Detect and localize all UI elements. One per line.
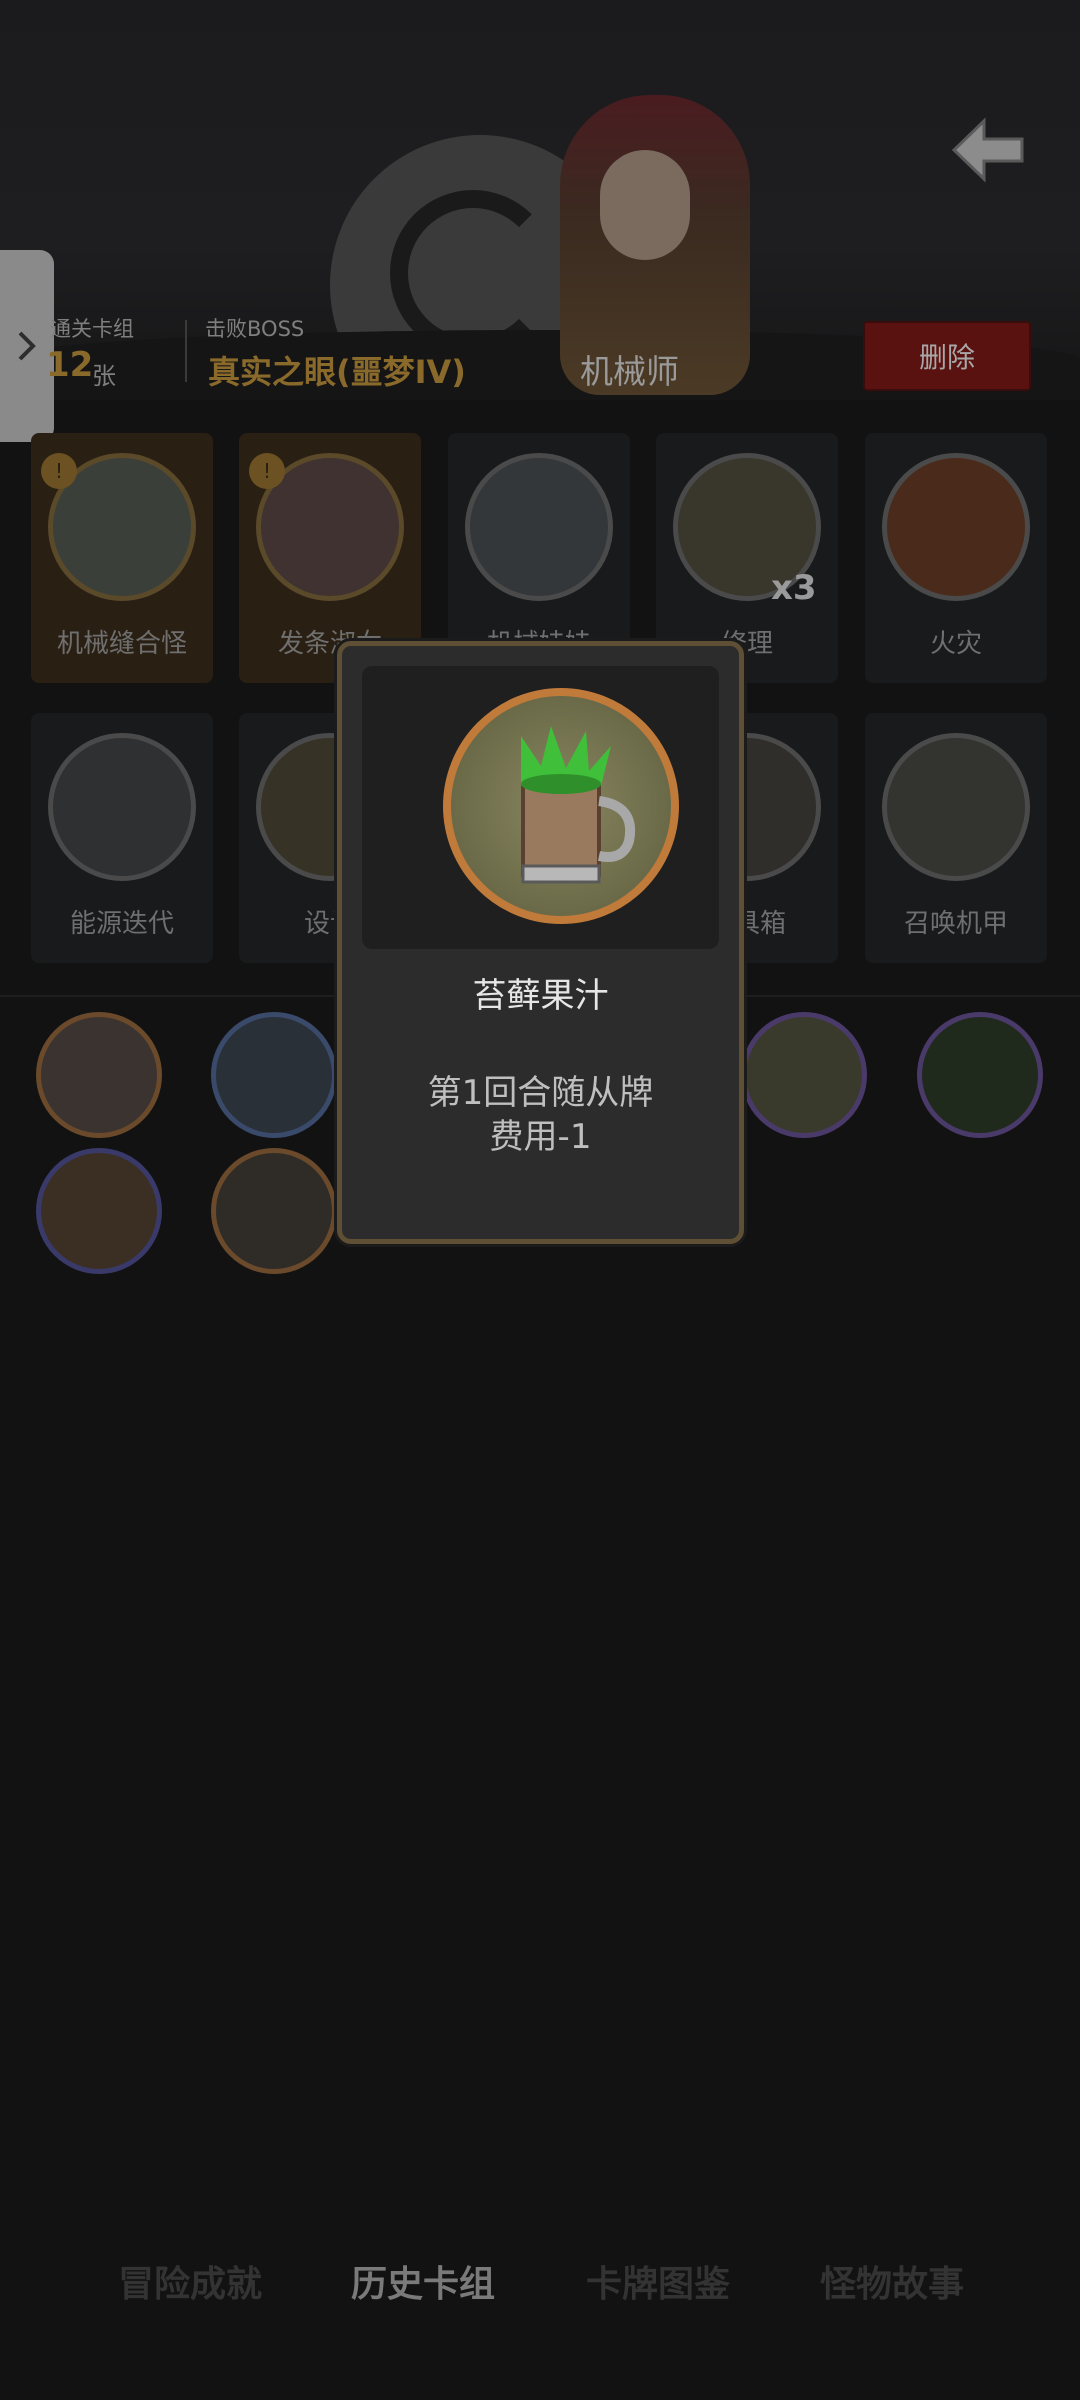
card-mech-stitch[interactable]: ! 机械缝合怪 xyxy=(31,433,213,683)
relic-wizard[interactable] xyxy=(36,1012,162,1138)
back-button[interactable] xyxy=(948,115,1028,185)
relic-soldier[interactable] xyxy=(211,1148,337,1274)
card-art xyxy=(48,733,196,881)
arrow-left-icon xyxy=(951,117,1024,183)
card-detail-modal: 苔藓果汁 第1回合随从牌 费用-1 xyxy=(337,641,744,1244)
card-summon-mech[interactable]: 召唤机甲 xyxy=(865,713,1047,963)
boss-name: 真实之眼(噩梦IV) xyxy=(208,353,466,391)
modal-desc-line1: 第1回合随从牌 xyxy=(427,1073,654,1113)
relic-rocket[interactable] xyxy=(36,1148,162,1274)
card-label: 召唤机甲 xyxy=(903,909,1008,939)
deck-label: 通关卡组 xyxy=(50,317,134,341)
card-label: 能源迭代 xyxy=(69,909,174,939)
deck-unit: 张 xyxy=(92,362,116,390)
relic-mug[interactable] xyxy=(741,1012,867,1138)
tab-adventure-achievements[interactable]: 冒险成就 xyxy=(118,2255,262,2307)
tab-monster-stories[interactable]: 怪物故事 xyxy=(820,2255,964,2307)
card-energy-iteration[interactable]: 能源迭代 xyxy=(31,713,213,963)
tab-history-deck[interactable]: 历史卡组 xyxy=(351,2255,495,2307)
card-label: 火灾 xyxy=(929,629,982,659)
class-name: 机械师 xyxy=(580,352,679,391)
card-art xyxy=(882,453,1030,601)
modal-card-name: 苔藓果汁 xyxy=(472,976,609,1016)
alert-badge-icon: ! xyxy=(41,453,77,489)
moss-juice-mug-icon xyxy=(443,688,679,924)
card-art xyxy=(882,733,1030,881)
header-divider xyxy=(185,320,187,382)
relic-panther[interactable] xyxy=(211,1012,337,1138)
deck-count: 12 xyxy=(46,345,94,385)
card-label: 机械缝合怪 xyxy=(56,629,187,659)
delete-button[interactable]: 删除 xyxy=(863,321,1031,391)
chevron-right-icon xyxy=(18,331,36,361)
relic-dark-orb[interactable] xyxy=(917,1012,1043,1138)
card-multiplier: x3 xyxy=(771,568,817,608)
bottom-nav: 冒险成就 历史卡组 卡牌图鉴 怪物故事 xyxy=(0,2215,1080,2335)
modal-card-description: 第1回合随从牌 费用-1 xyxy=(342,1071,739,1159)
modal-desc-line2: 费用-1 xyxy=(489,1117,592,1157)
card-art xyxy=(465,453,613,601)
hero-face xyxy=(600,150,690,260)
boss-label: 击败BOSS xyxy=(205,317,305,341)
card-fire[interactable]: 火灾 xyxy=(865,433,1047,683)
tab-card-collection[interactable]: 卡牌图鉴 xyxy=(586,2255,730,2307)
alert-badge-icon: ! xyxy=(249,453,285,489)
modal-art-frame xyxy=(362,666,719,949)
